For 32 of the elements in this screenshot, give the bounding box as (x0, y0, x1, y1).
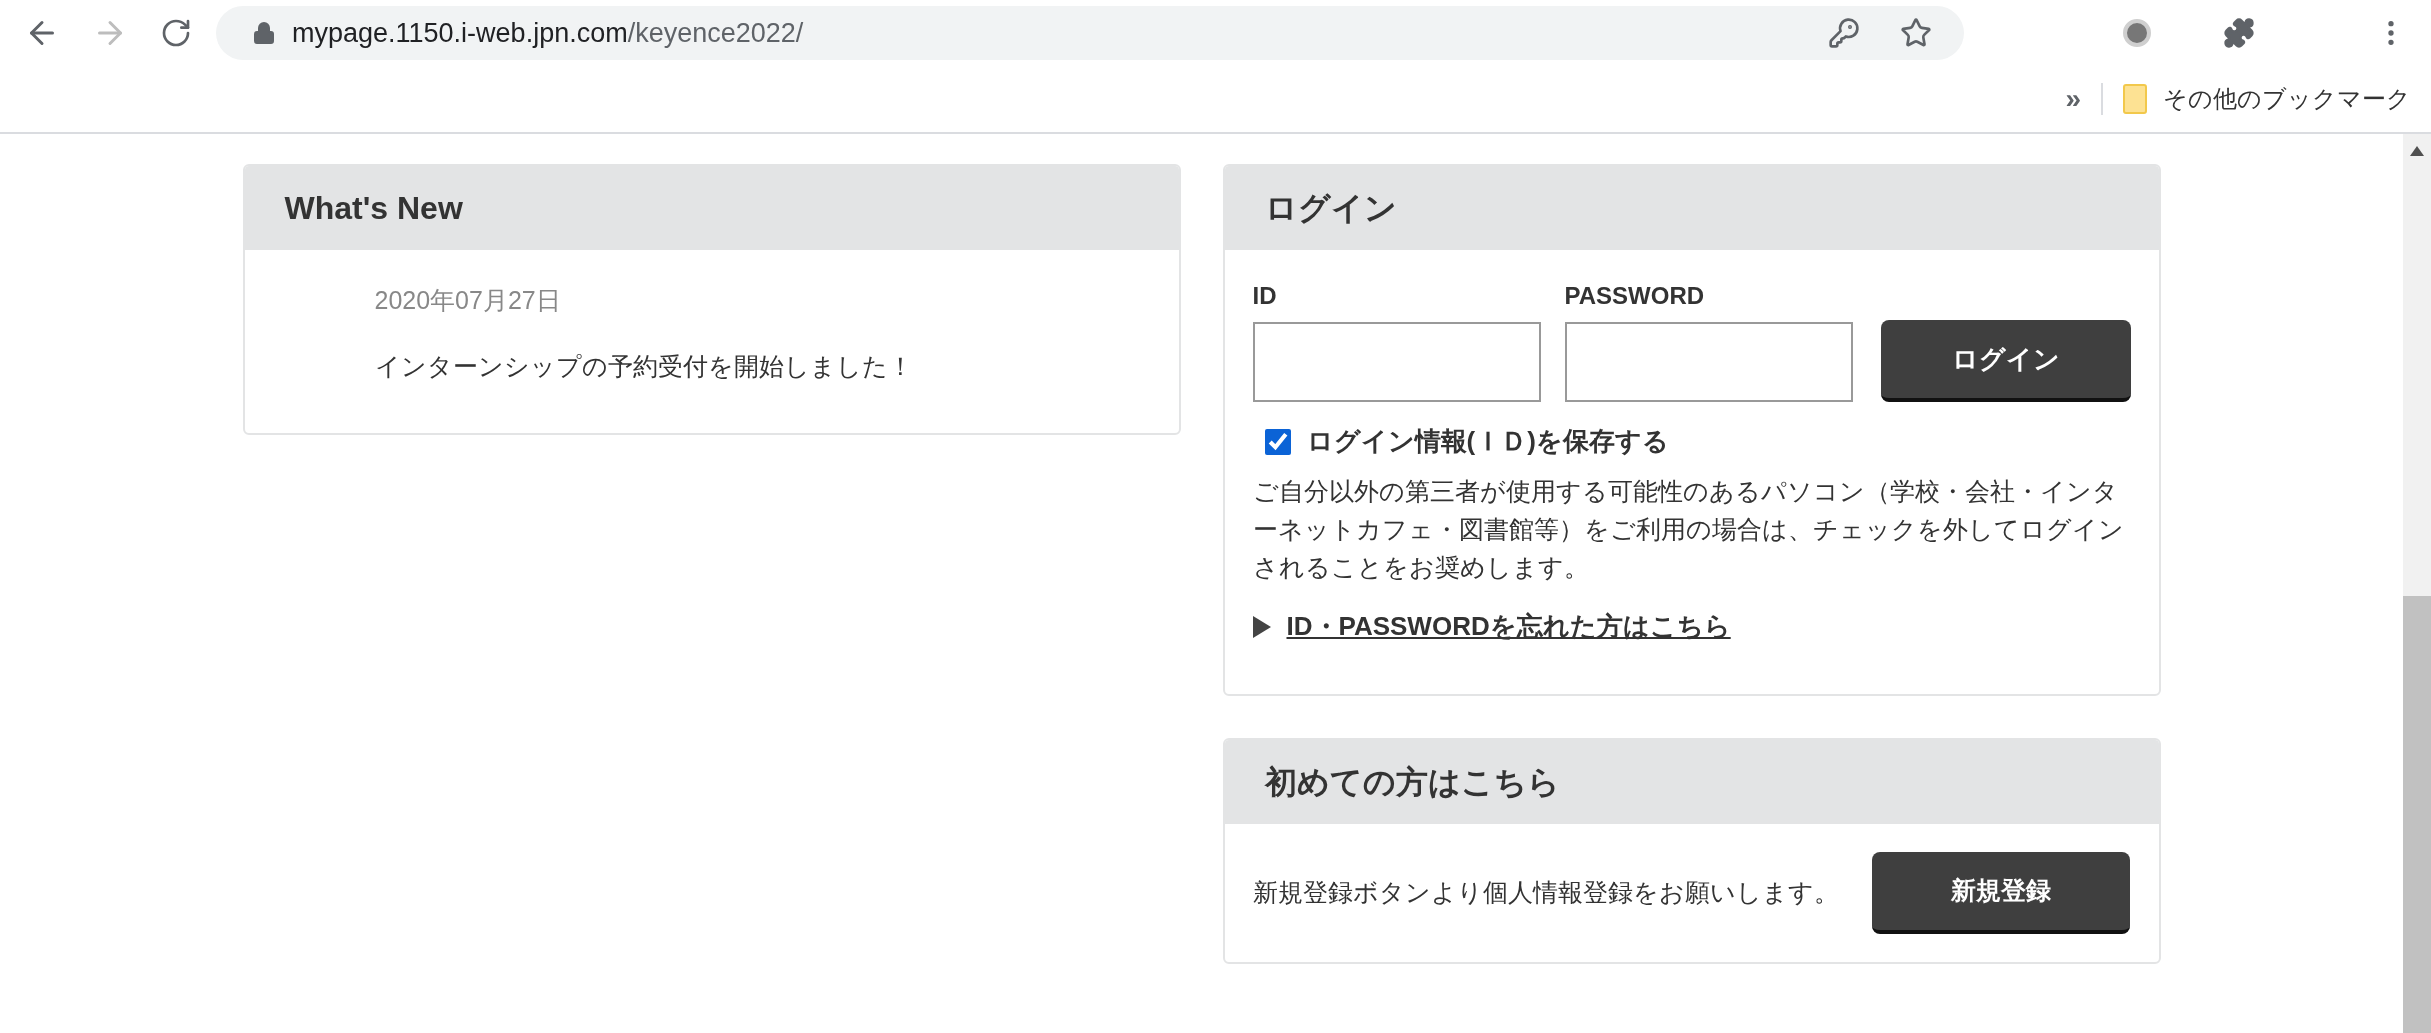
url-path: /keyence2022/ (627, 17, 804, 48)
key-icon[interactable] (1828, 17, 1860, 49)
news-text: インターンシップの予約受付を開始しました！ (374, 350, 914, 382)
login-button[interactable]: ログイン (1880, 320, 2131, 402)
bookmark-folder[interactable]: その他のブックマーク (2123, 81, 2411, 117)
card-title: What's New (284, 189, 463, 228)
field-label: ID (1252, 281, 1278, 311)
remember-label[interactable]: ログイン情報(ＩＤ)を保存する (1306, 422, 1669, 461)
extensions-icon[interactable] (2223, 17, 2255, 49)
address-bar[interactable]: mypage.1150.i-web.jpn.com/keyence2022/ (216, 6, 1964, 60)
input-field[interactable] (1252, 322, 1541, 402)
register-button[interactable]: 新規登録 (1871, 852, 2130, 934)
profile-icon[interactable] (2123, 19, 2151, 47)
scrollbar-thumb[interactable] (2403, 596, 2431, 1033)
register-text: 新規登録ボタンより個人情報登録をお願いします。 (1252, 877, 1839, 909)
folder-icon (2123, 84, 2147, 114)
scroll-up-icon[interactable] (2410, 146, 2424, 156)
remember-checkbox[interactable] (1264, 428, 1291, 455)
card-title: ログイン (1264, 189, 1397, 228)
input-field[interactable] (1564, 322, 1853, 402)
card-title: 初めての方はこちら (1264, 763, 1560, 802)
news-date: 2020年07月27日 (374, 285, 562, 316)
notice-text: ご自分以外の第三者が使用する可能性のあるパソコン（学校・会社・インターネットカフェ・図書館等）をご利用の場合は、チェックを外してログインされることをお奨めします。 (1252, 477, 2125, 583)
lock-icon (252, 21, 276, 45)
reload-icon[interactable] (160, 17, 192, 49)
field-label: PASSWORD (1564, 281, 1706, 311)
triangle-icon (1252, 615, 1271, 638)
bookmarks-overflow[interactable]: » (2065, 78, 2081, 120)
star-icon[interactable] (1900, 17, 1932, 49)
forgot-password-link[interactable]: ID・PASSWORDを忘れた方はこちら (1286, 607, 1731, 646)
scrollbar[interactable] (2403, 134, 2431, 1033)
url-host: mypage.1150.i-web.jpn.com (292, 17, 628, 48)
